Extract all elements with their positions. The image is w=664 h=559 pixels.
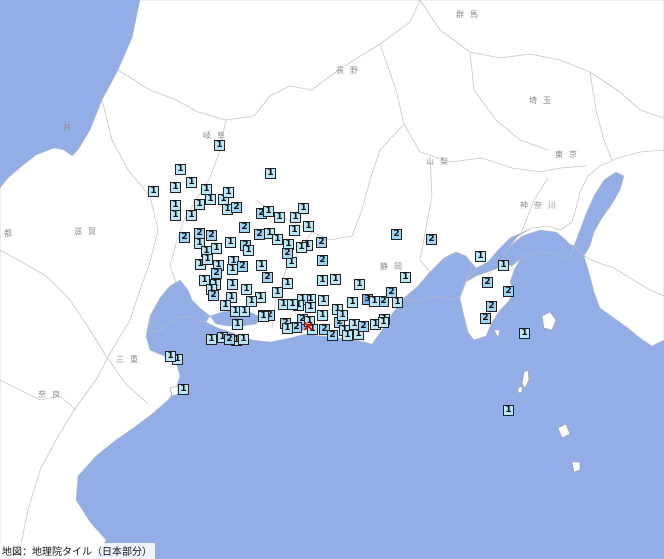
intensity-marker[interactable]: 1 [265,168,276,179]
intensity-marker[interactable]: 1 [274,212,285,223]
map-attribution: 地図：地理院タイル（日本部分） [0,543,155,559]
intensity-marker[interactable]: 1 [378,317,389,328]
prefecture-label-kyoto: 都 [4,229,18,238]
intensity-marker[interactable]: 1 [317,275,328,286]
intensity-marker[interactable]: 1 [175,164,186,175]
intensity-marker[interactable]: 1 [238,334,249,345]
intensity-marker[interactable]: 1 [498,260,509,271]
intensity-marker[interactable]: 1 [232,319,243,330]
intensity-marker[interactable]: 1 [214,140,225,151]
intensity-marker[interactable]: 1 [178,384,189,395]
intensity-marker[interactable]: 1 [503,405,514,416]
intensity-marker[interactable]: 1 [186,210,197,221]
intensity-marker[interactable]: 1 [282,323,293,334]
intensity-marker[interactable]: 1 [330,274,341,285]
intensity-marker[interactable]: 1 [289,225,300,236]
intensity-marker[interactable]: 1 [475,251,486,262]
intensity-marker[interactable]: 1 [342,330,353,341]
intensity-marker[interactable]: 2 [206,230,217,241]
prefecture-label-shiga: 滋賀 [74,227,102,236]
intensity-marker[interactable]: 2 [480,313,491,324]
intensity-marker[interactable]: 1 [337,310,348,321]
intensity-marker[interactable]: 1 [263,206,274,217]
intensity-marker[interactable]: 1 [354,279,365,290]
intensity-marker[interactable]: 2 [208,290,219,301]
intensity-marker[interactable]: 2 [211,268,222,279]
intensity-marker[interactable]: 1 [211,243,222,254]
intensity-marker[interactable]: 1 [220,300,231,311]
intensity-marker[interactable]: 1 [194,199,205,210]
intensity-marker[interactable]: 2 [282,248,293,259]
intensity-marker[interactable]: 1 [303,221,314,232]
intensity-marker[interactable]: 1 [272,287,283,298]
prefecture-label-kanagawa: 神奈川 [520,201,562,210]
intensity-marker[interactable]: 2 [486,301,497,312]
intensity-marker[interactable]: 1 [305,302,316,313]
intensity-marker[interactable]: 1 [258,311,269,322]
epicenter-cross-icon[interactable]: × [302,319,315,334]
izu-island-4 [557,423,571,439]
izu-island-3 [517,385,523,394]
intensity-marker[interactable]: 2 [482,277,493,288]
intensity-marker[interactable]: 2 [327,330,338,341]
intensity-marker[interactable]: 2 [179,232,190,243]
map-canvas[interactable]: 群馬 長野 埼玉 岐阜 山梨 東京井神奈川 滋賀 静岡都三重 奈良 11111111111122… [0,0,664,559]
intensity-marker[interactable]: 1 [225,237,236,248]
intensity-marker[interactable]: 1 [206,334,217,345]
intensity-marker[interactable]: 1 [369,296,380,307]
intensity-marker[interactable]: 1 [282,278,293,289]
izu-island-6 [493,329,501,339]
izu-island-5 [571,461,581,473]
intensity-marker[interactable]: 2 [239,222,250,233]
prefecture-label-mie: 三重 [116,355,144,364]
prefecture-label-gifu: 岐阜 [203,131,231,140]
intensity-marker[interactable]: 2 [503,286,514,297]
intensity-marker[interactable]: 1 [287,299,298,310]
izu-island-2 [521,369,530,389]
intensity-marker[interactable]: 1 [148,186,159,197]
intensity-marker[interactable]: 1 [317,310,328,321]
intensity-marker[interactable]: 1 [318,295,329,306]
prefecture-label-nagano: 長野 [336,66,364,75]
intensity-marker[interactable]: 2 [237,261,248,272]
intensity-marker[interactable]: 2 [316,237,327,248]
prefecture-label-tokyo: 東京 [555,150,583,159]
intensity-marker[interactable]: 1 [400,272,411,283]
izu-island-oshima [541,311,557,331]
intensity-marker[interactable]: 1 [170,182,181,193]
prefecture-label-shizuoka: 静岡 [380,262,408,271]
prefecture-label-gunma: 群馬 [456,10,484,19]
intensity-marker[interactable]: 2 [391,229,402,240]
intensity-marker[interactable]: 1 [202,254,213,265]
prefecture-label-nara: 奈良 [38,390,66,399]
intensity-marker[interactable]: 2 [254,229,265,240]
intensity-marker[interactable]: 1 [243,245,254,256]
intensity-marker[interactable]: 2 [231,202,242,213]
intensity-marker[interactable]: 1 [392,297,403,308]
intensity-marker[interactable]: 1 [272,234,283,245]
intensity-marker[interactable]: 2 [358,321,369,332]
intensity-marker[interactable]: 1 [227,279,238,290]
intensity-marker[interactable]: 1 [256,260,267,271]
intensity-marker[interactable]: 1 [296,242,307,253]
intensity-marker[interactable]: 1 [223,187,234,198]
intensity-marker[interactable]: 1 [239,306,250,317]
intensity-marker[interactable]: 1 [170,210,181,221]
intensity-marker[interactable]: 1 [519,328,530,339]
prefecture-label-saitama: 埼玉 [529,96,557,105]
intensity-marker[interactable]: 2 [317,255,328,266]
intensity-marker[interactable]: 2 [426,234,437,245]
intensity-marker[interactable]: 2 [262,272,273,283]
prefecture-label-fukui: 井 [63,123,77,132]
intensity-marker[interactable]: 1 [347,297,358,308]
intensity-marker[interactable]: 1 [165,351,176,362]
intensity-marker[interactable]: 1 [298,203,309,214]
intensity-marker[interactable]: 2 [224,334,235,345]
intensity-marker[interactable]: 1 [205,194,216,205]
intensity-marker[interactable]: 1 [241,284,252,295]
intensity-marker[interactable]: 1 [186,177,197,188]
prefecture-label-yamanashi: 山梨 [426,157,454,166]
